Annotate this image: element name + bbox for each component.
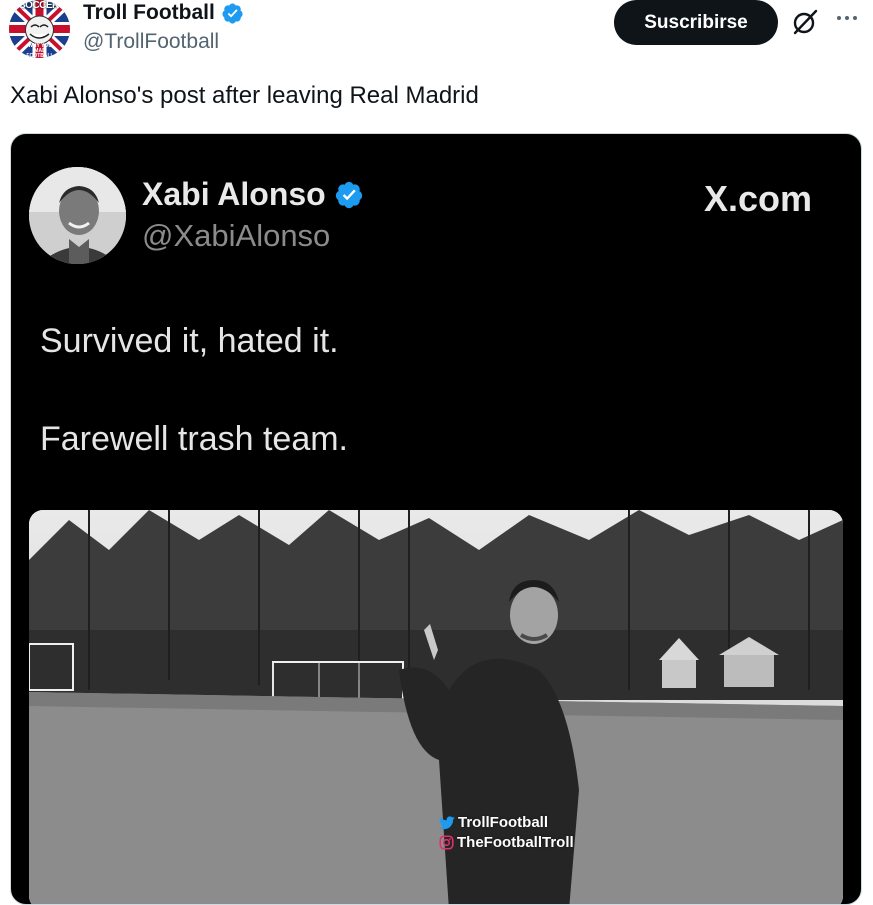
- avatar-text-top: SOCCER: [19, 0, 59, 11]
- verified-badge-icon: [222, 2, 243, 24]
- inner-verified-badge-icon: [335, 181, 362, 208]
- farewell-photo: [29, 510, 843, 904]
- watermark-instagram-text: TheFootballTroll: [457, 834, 574, 851]
- instagram-icon: [439, 835, 454, 850]
- subscribe-button[interactable]: Suscribirse: [614, 0, 778, 45]
- twitter-bird-icon: [439, 815, 455, 829]
- inner-author-name-text: Xabi Alonso: [142, 176, 326, 212]
- inner-site-label: X.com: [704, 178, 813, 219]
- grok-icon[interactable]: [791, 8, 819, 36]
- watermark-twitter: TrollFootball: [439, 814, 548, 831]
- inner-avatar: [29, 167, 126, 264]
- author-avatar[interactable]: SOCCER WHY YOU MAD FOOTBALL: [9, 0, 70, 58]
- more-icon[interactable]: [833, 4, 861, 32]
- inner-author-name: Xabi Alonso: [142, 176, 364, 213]
- post-text: Xabi Alonso's post after leaving Real Ma…: [10, 82, 479, 109]
- avatar-text-bottom: WHY YOU MAD FOOTBALL: [26, 43, 54, 59]
- more-dots-glyph: [837, 16, 857, 20]
- author-name[interactable]: Troll Football: [83, 1, 244, 25]
- watermark-twitter-text: TrollFootball: [458, 814, 548, 831]
- inner-author-handle: @XabiAlonso: [142, 218, 331, 253]
- xabi-portrait-image: [29, 167, 126, 264]
- inner-tweet-line-1: Survived it, hated it.: [40, 322, 339, 360]
- author-handle[interactable]: @TrollFootball: [83, 30, 219, 54]
- author-name-text: Troll Football: [83, 1, 215, 24]
- inner-tweet-line-2: Farewell trash team.: [40, 420, 348, 458]
- watermark-instagram: TheFootballTroll: [439, 834, 574, 851]
- football-pitch-scene: [29, 510, 843, 904]
- post-media-image[interactable]: Xabi Alonso @XabiAlonso X.com Survived i…: [10, 133, 862, 905]
